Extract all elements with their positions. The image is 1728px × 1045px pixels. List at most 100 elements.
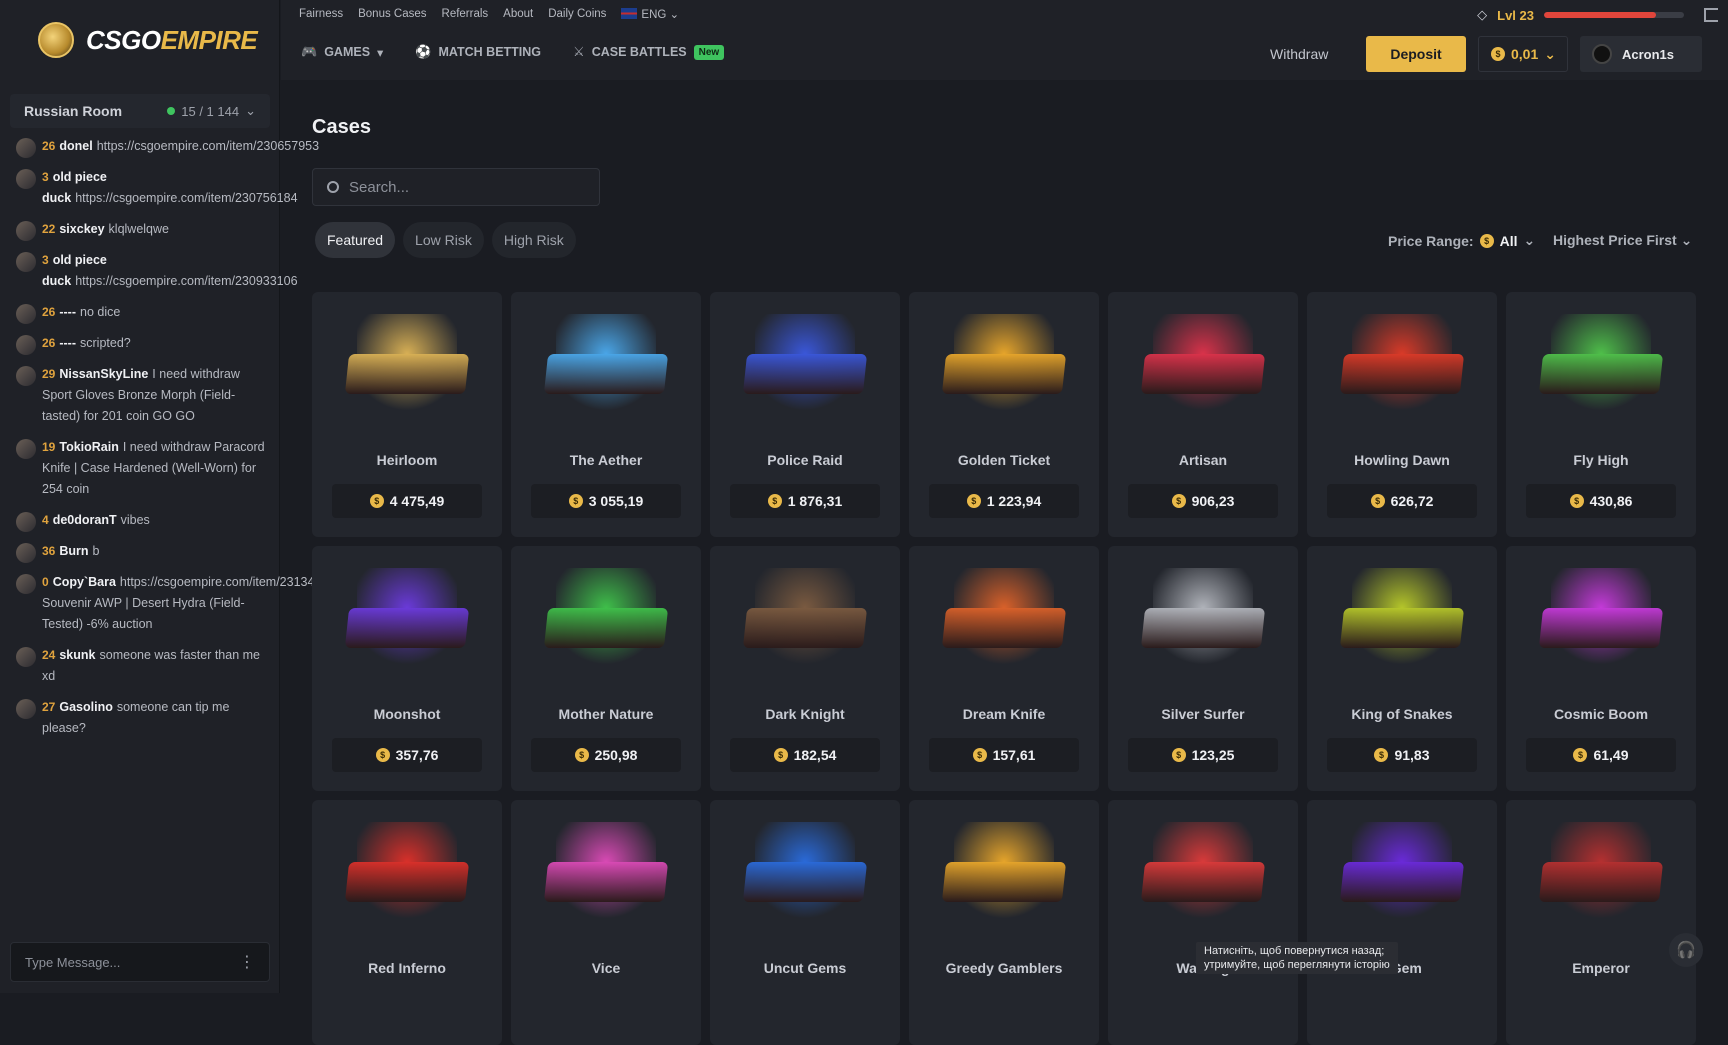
logout-icon[interactable] [1704,8,1718,22]
link-referrals[interactable]: Referrals [442,8,489,20]
coin-icon: $ [1569,494,1584,508]
chat-message: 26 ---- scripted? [16,333,268,355]
case-card[interactable]: Police Raid $1 876,31 [710,292,900,537]
site-logo[interactable]: CSGOEMPIRE [38,22,258,58]
case-card[interactable]: Heirloom $4 475,49 [312,292,502,537]
avatar[interactable] [16,574,36,594]
withdraw-button[interactable]: Withdraw [1270,46,1328,62]
language-selector[interactable]: ENG ⌄ [621,7,679,21]
case-price: $250,98 [531,738,681,772]
avatar[interactable] [16,138,36,158]
chat-username[interactable]: sixckey [59,222,104,236]
chat-text: b [92,544,100,558]
link-fairness[interactable]: Fairness [299,8,343,20]
chat-message: 24 skunk someone was faster than me xd [16,645,268,687]
nav-match-betting[interactable]: ⚽ MATCH BETTING [415,44,541,60]
case-card[interactable]: Emperor [1506,800,1696,1045]
case-card[interactable]: Silver Surfer $123,25 [1108,546,1298,791]
case-card[interactable]: Howling Dawn $626,72 [1307,292,1497,537]
chat-text: klqlwelqwe [108,222,169,236]
case-card[interactable]: Red Inferno [312,800,502,1045]
chat-input-placeholder: Type Message... [25,954,121,970]
cases-grid: Heirloom $4 475,49 The Aether $3 055,19 Poli… [312,292,1699,1045]
chat-username[interactable]: Copy`Bara [53,575,116,589]
case-card[interactable]: King of Snakes $91,83 [1307,546,1497,791]
case-name: Artisan [1178,452,1228,468]
price-range-filter[interactable]: Price Range: $ All ⌄ [1388,232,1535,249]
case-card[interactable]: Moonshot $357,76 [312,546,502,791]
page-title: Cases [312,116,371,138]
case-card[interactable]: Dream Knife $157,61 [909,546,1099,791]
avatar[interactable] [16,366,36,386]
link-daily-coins[interactable]: Daily Coins [548,8,606,20]
case-name: Uncut Gems [763,960,847,976]
sort-dropdown[interactable]: Highest Price First ⌄ [1553,232,1692,249]
user-level: 22 [42,222,56,236]
case-card[interactable]: Vice [511,800,701,1045]
case-card[interactable]: Dark Knight $182,54 [710,546,900,791]
uk-flag-icon [621,8,638,19]
coin-icon: $ [972,748,987,762]
case-card[interactable]: Walking [1108,800,1298,1045]
case-card[interactable]: Mother Nature $250,98 [511,546,701,791]
filter-featured[interactable]: Featured [315,222,396,258]
balance-dropdown[interactable]: $0,01 ⌄ [1478,36,1568,72]
case-card[interactable]: The Aether $3 055,19 [511,292,701,537]
avatar[interactable] [16,335,36,355]
case-name: Red Inferno [368,960,446,976]
avatar[interactable] [16,543,36,563]
user-level: 4 [42,513,49,527]
nav-case-battles[interactable]: ⚔ CASE BATTLES New [573,44,725,60]
case-name: King of Snakes [1351,706,1453,722]
chat-username[interactable]: de0doranT [53,513,117,527]
case-card[interactable]: t Gem [1307,800,1497,1045]
chat-username[interactable]: TokioRain [59,440,119,454]
chat-username[interactable]: ---- [59,336,76,350]
coin-icon: $ [773,748,788,762]
avatar[interactable] [16,221,36,241]
filter-low-risk[interactable]: Low Risk [403,222,484,258]
deposit-button[interactable]: Deposit [1366,36,1466,72]
chat-username[interactable]: donel [59,139,92,153]
chat-message: 3 old piece duck https://csgoempire.com/it… [16,167,298,209]
more-options-icon[interactable]: ⋮ [239,952,255,972]
filter-high-risk[interactable]: High Risk [491,222,576,258]
chevron-down-icon: ⌄ [1544,45,1556,62]
case-price: $357,76 [332,738,482,772]
nav-games[interactable]: 🎮 GAMES ▾ [301,44,383,60]
room-selector[interactable]: Russian Room 15 / 1 144 ⌄ [10,94,270,128]
chat-username[interactable]: NissanSkyLine [59,367,148,381]
avatar[interactable] [16,252,36,272]
case-card[interactable]: Uncut Gems [710,800,900,1045]
coin-icon: $ [369,494,384,508]
user-menu[interactable]: Acron1s [1580,36,1702,72]
support-chat-button[interactable]: 🎧 [1669,933,1703,967]
case-card[interactable]: Golden Ticket $1 223,94 [909,292,1099,537]
level-diamond-icon: ◇ [1477,7,1488,22]
user-level: 36 [42,544,56,558]
chat-username[interactable]: ---- [59,305,76,319]
case-card[interactable]: Artisan $906,23 [1108,292,1298,537]
search-input[interactable] [349,178,569,196]
avatar[interactable] [16,439,36,459]
avatar[interactable] [16,512,36,532]
chat-username[interactable]: Gasolino [59,700,112,714]
chat-username[interactable]: Burn [59,544,88,558]
avatar[interactable] [16,169,36,189]
search-box[interactable] [312,168,600,206]
link-bonus-cases[interactable]: Bonus Cases [358,8,426,20]
case-card[interactable]: Cosmic Boom $61,49 [1506,546,1696,791]
avatar[interactable] [16,304,36,324]
link-about[interactable]: About [503,8,533,20]
case-box-icon [1538,862,1664,902]
case-name: Greedy Gamblers [945,960,1063,976]
chat-input[interactable]: Type Message... ⋮ [10,942,270,982]
case-price: $4 475,49 [332,484,482,518]
avatar[interactable] [16,647,36,667]
case-name: Heirloom [376,452,438,468]
avatar[interactable] [16,699,36,719]
risk-filters: Featured Low Risk High Risk [315,222,576,258]
case-card[interactable]: Greedy Gamblers [909,800,1099,1045]
chat-username[interactable]: skunk [59,648,95,662]
case-card[interactable]: Fly High $430,86 [1506,292,1696,537]
